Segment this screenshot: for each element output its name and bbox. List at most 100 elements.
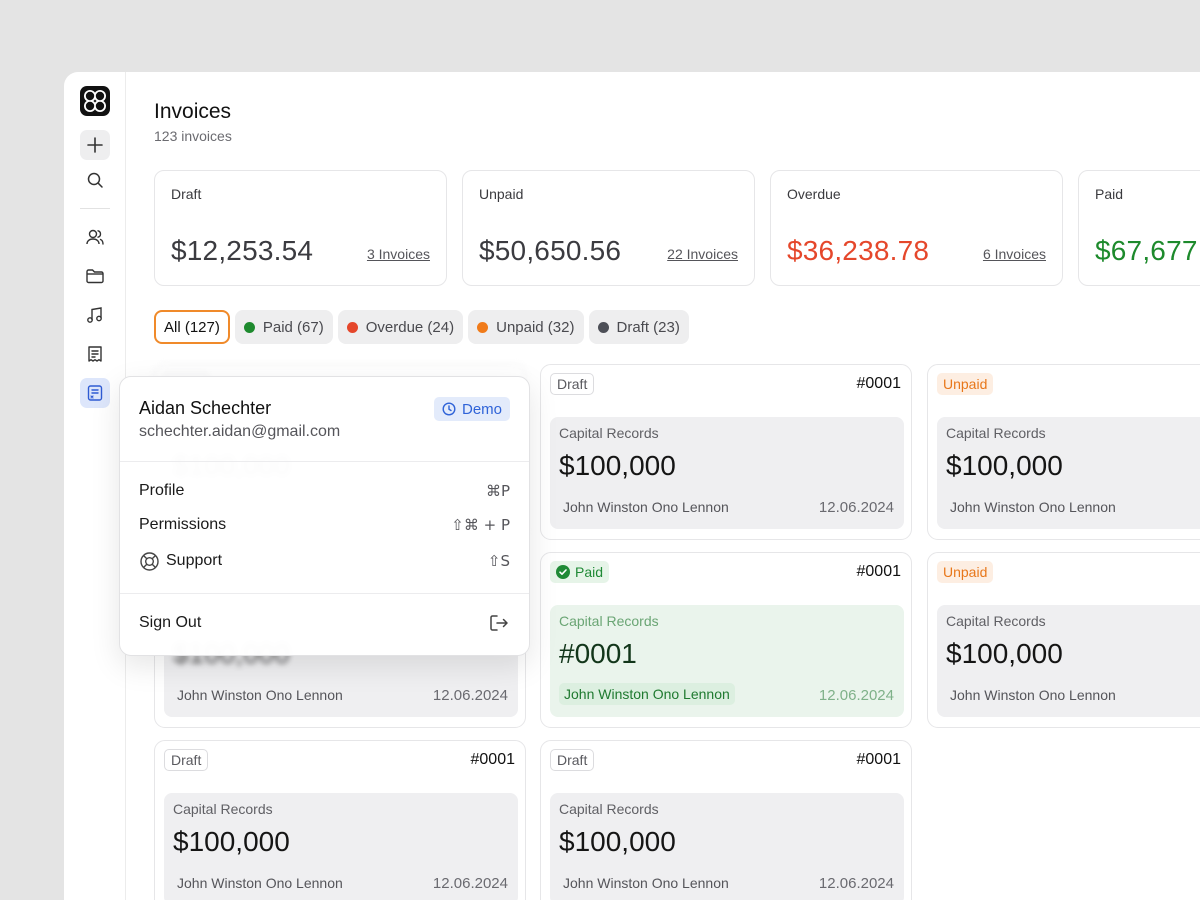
shortcut-hint: ⇧S [487,552,510,570]
client-name: John Winston Ono Lennon [563,875,729,891]
invoice-card[interactable]: Paid #0001 Capital Records #0001 John Wi… [540,552,912,728]
company-name: Capital Records [559,801,659,817]
summary-invoices-link[interactable]: 6 Invoices [983,246,1046,262]
shortcut-hint: ⌘P [485,482,510,500]
company-name: Capital Records [946,613,1046,629]
client-name: John Winston Ono Lennon [177,875,343,891]
status-dot-icon [243,321,255,333]
summary-label: Paid [1095,186,1124,202]
status-badge: Draft [550,373,595,395]
status-badge: Unpaid [937,561,994,583]
invoice-date: 12.06.2024 [818,499,894,516]
users-icon[interactable] [80,222,110,252]
status-badge: Paid [550,561,610,583]
menu-item-sign-out[interactable]: Sign Out [139,611,510,635]
invoice-amount: #0001 [559,638,637,669]
filter-overdue[interactable]: Overdue (24) [337,310,464,344]
search-icon[interactable] [80,165,110,195]
menu-item-support[interactable]: Support ⇧S [139,549,510,573]
summary-card-draft[interactable]: Draft $12,253.54 3 Invoices [154,170,447,286]
clock-icon [442,402,456,416]
menu-item-profile[interactable]: Profile ⌘P [139,479,510,503]
filter-label: Draft (23) [616,318,680,336]
sidebar [64,72,126,900]
filter-label: All (127) [164,318,220,336]
company-name: Capital Records [173,801,273,817]
client-name: John Winston Ono Lennon [950,687,1116,703]
sidebar-divider [80,208,110,209]
filter-all[interactable]: All (127) [154,310,230,344]
summary-card-unpaid[interactable]: Unpaid $50,650.56 22 Invoices [462,170,755,286]
folder-icon[interactable] [80,261,110,291]
filter-paid[interactable]: Paid (67) [234,310,333,344]
invoice-card[interactable]: Draft #0001 Capital Records $100,000 Joh… [540,364,912,540]
status-dot-icon [597,321,609,333]
shortcut-hint: ⇧⌘ + P [451,516,510,534]
invoice-number: #0001 [856,375,902,392]
summary-amount: $12,253.54 [171,235,314,266]
invoice-body: Capital Records #0001 John Winston Ono L… [550,605,904,717]
invoice-date: 12.06.2024 [432,687,508,704]
filter-label: Overdue (24) [365,318,455,336]
lifebuoy-icon [140,551,159,571]
invoice-card[interactable]: Draft #0001 Capital Records $100,000 Joh… [154,740,526,900]
status-badge: Draft [164,749,209,771]
invoice-amount: $100,000 [559,826,676,857]
status-badge: Draft [550,749,595,771]
invoice-body: Capital Records $100,000 John Winston On… [164,793,518,900]
invoice-date: 12.06.2024 [818,875,894,892]
filter-draft[interactable]: Draft (23) [588,310,689,344]
music-icon[interactable] [80,300,110,330]
summary-card-overdue[interactable]: Overdue $36,238.78 6 Invoices [770,170,1063,286]
invoice-number: #0001 [856,751,902,768]
summary-amount: $67,677. [1095,235,1200,266]
menu-item-label: Profile [139,482,185,499]
client-name: John Winston Ono Lennon [950,499,1116,515]
summary-label: Draft [171,186,202,202]
invoice-body: Capital Records $100,000 John Winston On… [937,417,1200,529]
sign-out-icon [490,615,508,631]
demo-badge: Demo [433,397,510,421]
invoice-body: Capital Records $100,000 John Winston On… [550,417,904,529]
demo-badge-label: Demo [461,400,502,418]
invoice-body: Capital Records $100,000 John Winston On… [937,605,1200,717]
client-name: John Winston Ono Lennon [563,499,729,515]
status-badge-label: Paid [575,564,604,580]
check-circle-icon [556,565,570,579]
invoice-card[interactable]: Unpaid Capital Records $100,000 John Win… [927,552,1200,728]
filter-label: Unpaid (32) [496,318,575,336]
summary-amount: $36,238.78 [787,235,930,266]
invoice-count: 123 invoices [154,128,232,144]
invoice-icon[interactable] [80,378,110,408]
company-name: Capital Records [946,425,1046,441]
invoice-card[interactable]: Draft #0001 Capital Records $100,000 Joh… [540,740,912,900]
invoice-amount: $100,000 [559,450,676,481]
invoice-date: 12.06.2024 [432,875,508,892]
client-name: John Winston Ono Lennon [177,687,343,703]
logo-icon[interactable] [80,86,110,116]
invoice-body: Capital Records $100,000 John Winston On… [550,793,904,900]
receipt-icon[interactable] [80,339,110,369]
menu-item-label: Sign Out [139,614,202,631]
summary-invoices-link[interactable]: 22 Invoices [667,246,738,262]
status-badge: Unpaid [937,373,994,395]
invoice-card[interactable]: Unpaid Capital Records $100,000 John Win… [927,364,1200,540]
page-title: Invoices [154,100,232,123]
summary-card-paid[interactable]: Paid $67,677. [1078,170,1200,286]
menu-divider [120,461,529,462]
account-menu: Aidan Schechter schechter.aidan@gmail.co… [119,376,530,656]
status-filter-bar: All (127) Paid (67) Overdue (24) Unpaid … [154,310,689,344]
filter-unpaid[interactable]: Unpaid (32) [468,310,584,344]
invoice-number: #0001 [856,563,902,580]
user-email: schechter.aidan@gmail.com [139,423,341,440]
company-name: Capital Records [559,613,659,629]
invoice-date: 12.06.2024 [818,687,894,704]
plus-icon[interactable] [80,130,110,160]
menu-item-left: Support [139,551,222,572]
client-name: John Winston Ono Lennon [559,683,735,705]
company-name: Capital Records [559,425,659,441]
menu-item-permissions[interactable]: Permissions ⇧⌘ + P [139,513,510,537]
user-name: Aidan Schechter [139,398,272,418]
invoice-amount: $100,000 [946,450,1063,481]
summary-invoices-link[interactable]: 3 Invoices [367,246,430,262]
